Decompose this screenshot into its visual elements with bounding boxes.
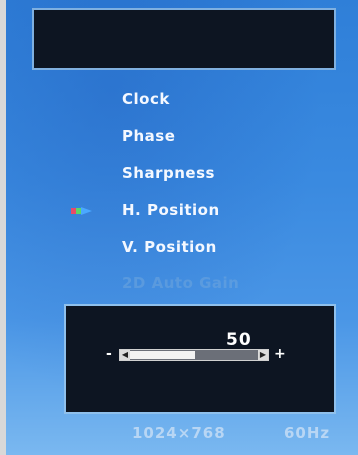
menu-item-v-position[interactable]: V. Position — [122, 238, 217, 256]
adjustment-panel: 50 - ◀ ▶ + — [64, 304, 336, 414]
slider-right-arrow-icon[interactable]: ▶ — [258, 350, 268, 360]
refresh-rate-readout: 60Hz — [284, 424, 331, 442]
minus-label: - — [106, 346, 112, 362]
osd-screen: Clock Phase Sharpness H. Position V. Pos… — [6, 0, 358, 455]
position-slider[interactable]: ◀ ▶ — [119, 349, 269, 361]
menu-item-clock[interactable]: Clock — [122, 90, 170, 108]
slider-fill — [130, 351, 195, 359]
plus-label: + — [274, 346, 286, 362]
menu-item-h-position[interactable]: H. Position — [122, 201, 220, 219]
resolution-readout: 1024×768 — [132, 424, 226, 442]
selection-arrow-icon — [71, 207, 92, 215]
title-panel — [32, 8, 336, 70]
value-readout: 50 — [226, 330, 252, 350]
menu-item-auto-gain: 2D Auto Gain — [122, 274, 240, 292]
menu-item-sharpness[interactable]: Sharpness — [122, 164, 215, 182]
menu-item-phase[interactable]: Phase — [122, 127, 175, 145]
slider-left-arrow-icon[interactable]: ◀ — [120, 350, 130, 360]
